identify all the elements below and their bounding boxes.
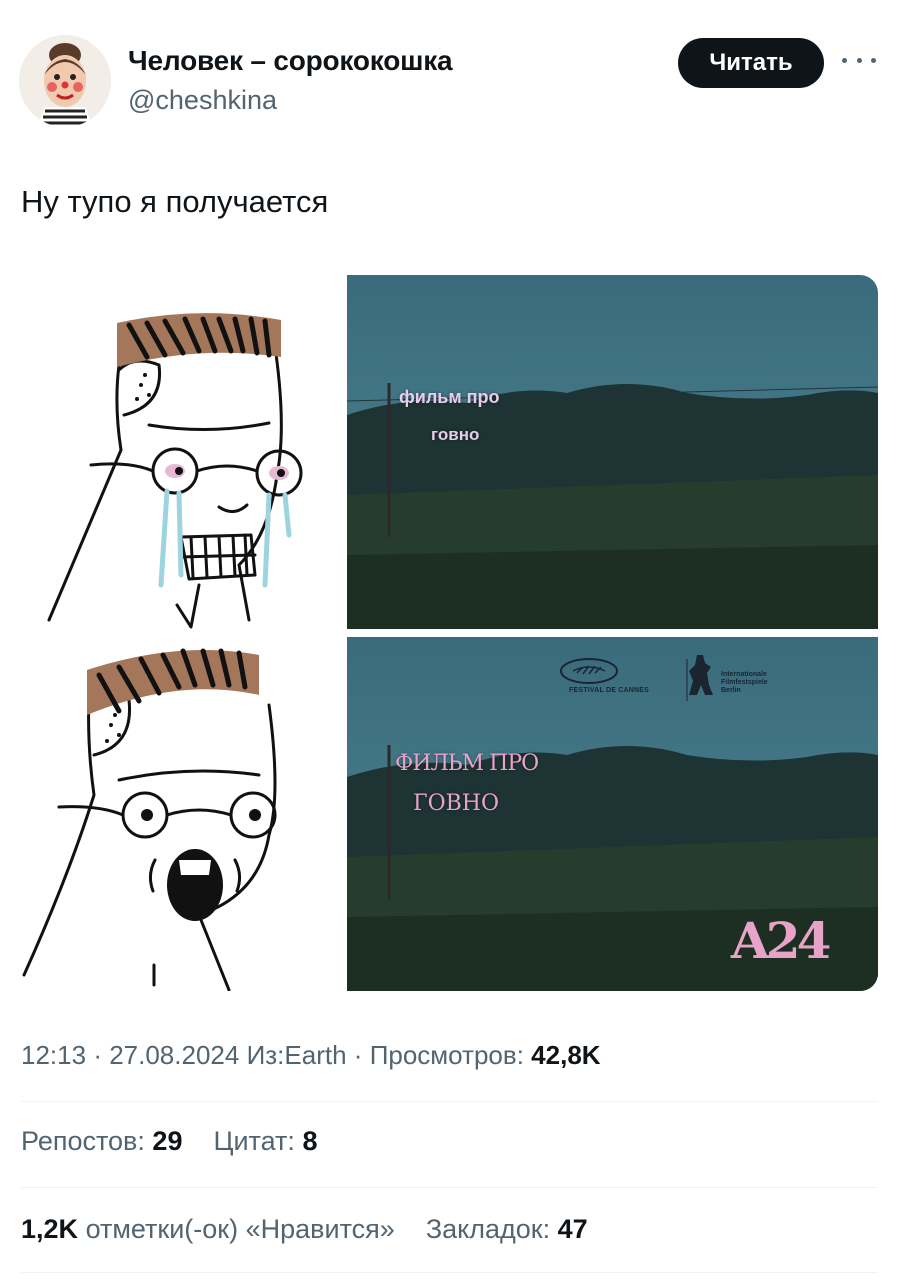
berlinale-logo: Internationale Filmfestspiele Berlin bbox=[683, 651, 803, 711]
avatar[interactable] bbox=[19, 35, 111, 127]
tweet-text: Ну тупо я получается bbox=[21, 184, 329, 219]
cannes-label: FESTIVAL DE CANNES bbox=[569, 687, 649, 694]
cannes-logo: FESTIVAL DE CANNES bbox=[559, 657, 659, 694]
author-name[interactable]: Человек – сорококошка bbox=[128, 45, 453, 77]
likes-link[interactable]: 1,2K отметки(-ок) «Нравится» bbox=[21, 1214, 402, 1244]
tweet-media[interactable]: фильм про говно FESTIVAL DE CANNES Inter… bbox=[19, 275, 878, 992]
views-label: Просмотров: bbox=[369, 1040, 524, 1070]
more-options-icon[interactable] bbox=[842, 48, 876, 72]
tweet-source: Из:Earth bbox=[246, 1040, 347, 1070]
a24-logo: A24 bbox=[731, 911, 831, 970]
likes-count: 1,2K bbox=[21, 1214, 79, 1244]
bookmarks-label: Закладок: bbox=[425, 1214, 551, 1244]
tweet-header: Человек – сорококошка @cheshkina Читать bbox=[0, 0, 897, 150]
separator: · bbox=[93, 1040, 110, 1070]
dot bbox=[856, 57, 862, 63]
bear-icon bbox=[686, 655, 713, 701]
views-count: 42,8K bbox=[531, 1040, 601, 1070]
tweet-date[interactable]: 27.08.2024 bbox=[109, 1040, 239, 1070]
dot bbox=[842, 57, 847, 63]
movie-still-top: фильм про говно bbox=[347, 275, 878, 629]
quotes-count: 8 bbox=[302, 1126, 318, 1156]
reposts-count: 29 bbox=[152, 1126, 183, 1156]
caption-top-line1: фильм про bbox=[399, 387, 500, 407]
likes-bookmarks-row: 1,2K отметки(-ок) «Нравится» Закладок: 4… bbox=[21, 1214, 588, 1245]
palm-icon bbox=[560, 658, 618, 684]
caption-bottom-line2: ГОВНО bbox=[413, 791, 499, 816]
tweet-meta: 12:13 · 27.08.2024 Из:Earth · Просмотров… bbox=[21, 1040, 601, 1071]
quotes-label: Цитат: bbox=[213, 1126, 295, 1156]
caption-bottom-line1: ФИЛЬМ ПРО bbox=[395, 751, 539, 776]
separator: · bbox=[353, 1040, 370, 1070]
reposts-link[interactable]: Репостов: 29 bbox=[21, 1126, 190, 1156]
avatar-image bbox=[19, 35, 111, 127]
divider bbox=[21, 1272, 878, 1273]
bookmarks-link[interactable]: Закладок: 47 bbox=[426, 1214, 588, 1244]
dot bbox=[871, 57, 876, 63]
quotes-link[interactable]: Цитат: 8 bbox=[214, 1126, 318, 1156]
caption-top-line2: говно bbox=[431, 425, 480, 444]
author-handle[interactable]: @cheshkina bbox=[128, 85, 277, 116]
berlinale-label: Internationale Filmfestspiele Berlin bbox=[721, 671, 768, 694]
tweet-time[interactable]: 12:13 bbox=[21, 1040, 86, 1070]
movie-still-bottom: FESTIVAL DE CANNES Internationale Filmfe… bbox=[347, 637, 878, 991]
reposts-label: Репостов: bbox=[21, 1126, 145, 1156]
bookmarks-count: 47 bbox=[557, 1214, 588, 1244]
divider bbox=[21, 1101, 878, 1102]
divider bbox=[21, 1187, 878, 1188]
follow-button[interactable]: Читать bbox=[678, 38, 824, 88]
reposts-quotes-row: Репостов: 29 Цитат: 8 bbox=[21, 1126, 317, 1157]
likes-label: отметки(-ок) «Нравится» bbox=[85, 1214, 395, 1244]
meme-drawing bbox=[19, 275, 345, 992]
